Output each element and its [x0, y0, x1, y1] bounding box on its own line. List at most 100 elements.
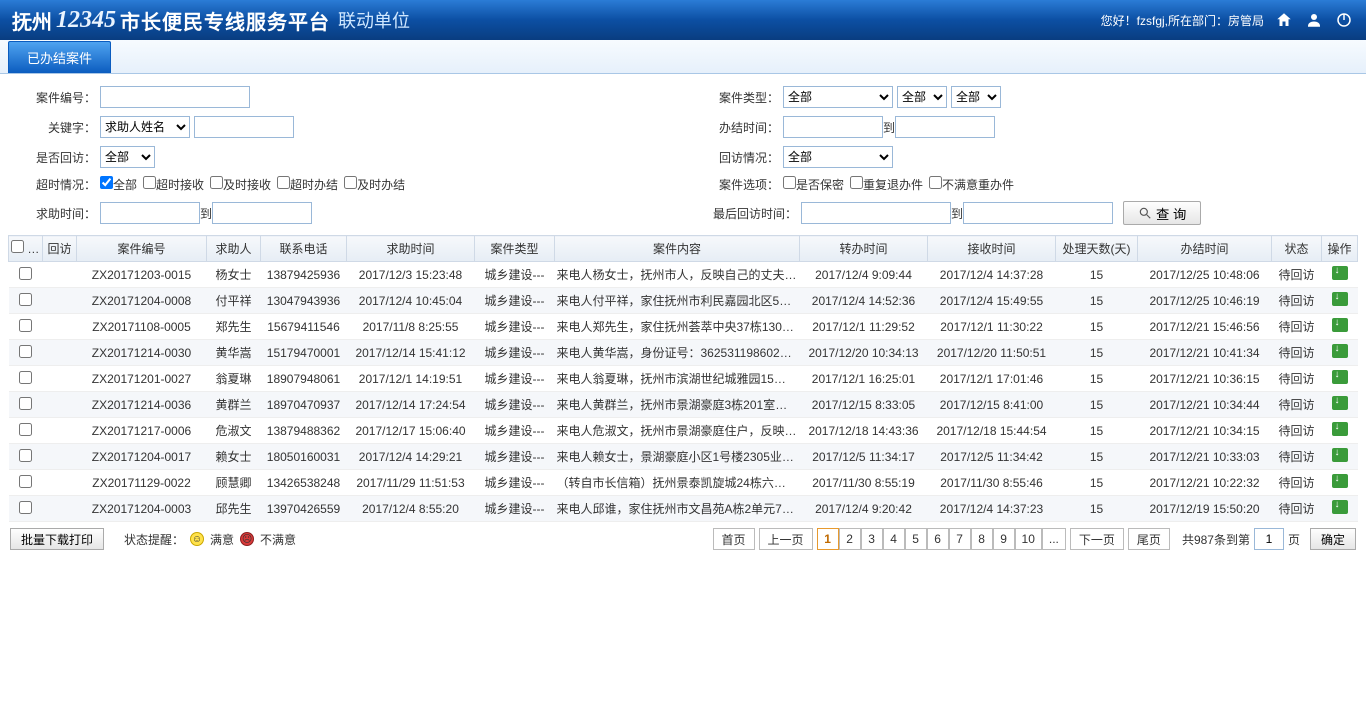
row-checkbox[interactable]: [19, 501, 32, 514]
page-3[interactable]: 3: [861, 528, 883, 550]
cell-caseno: ZX20171204-0017: [77, 444, 207, 470]
page-...[interactable]: ...: [1042, 528, 1066, 550]
page-7[interactable]: 7: [949, 528, 971, 550]
chk-overtime-recv-late[interactable]: 超时接收: [143, 176, 204, 193]
download-icon[interactable]: [1332, 266, 1348, 280]
input-case-no[interactable]: [100, 86, 250, 108]
cell-caseno: ZX20171214-0036: [77, 392, 207, 418]
cell-status: 待回访: [1272, 496, 1322, 522]
page-last[interactable]: 尾页: [1128, 528, 1170, 550]
chk-secret[interactable]: 是否保密: [783, 176, 844, 193]
input-ask-from[interactable]: [100, 202, 200, 224]
table-row[interactable]: ZX20171108-0005郑先生156794115462017/11/8 8…: [9, 314, 1358, 340]
row-checkbox[interactable]: [19, 475, 32, 488]
search-button[interactable]: 查 询: [1123, 201, 1201, 225]
row-checkbox[interactable]: [19, 449, 32, 462]
table-row[interactable]: ZX20171129-0022顾慧卿134265382482017/11/29 …: [9, 470, 1358, 496]
page-6[interactable]: 6: [927, 528, 949, 550]
page-go-button[interactable]: 确定: [1310, 528, 1356, 550]
chk-unsatisfied-redo[interactable]: 不满意重办件: [929, 176, 1014, 193]
input-close-to[interactable]: [895, 116, 995, 138]
chk-overtime-recv-ontime[interactable]: 及时接收: [210, 176, 271, 193]
chk-overtime-all[interactable]: 全部: [100, 176, 137, 193]
row-checkbox[interactable]: [19, 371, 32, 384]
table-row[interactable]: ZX20171214-0030黄华嵩151794700012017/12/14 …: [9, 340, 1358, 366]
table-row[interactable]: ZX20171203-0015杨女士138794259362017/12/3 1…: [9, 262, 1358, 288]
select-return-status[interactable]: 全部: [783, 146, 893, 168]
page-10[interactable]: 10: [1015, 528, 1042, 550]
page-9[interactable]: 9: [993, 528, 1015, 550]
user-icon[interactable]: [1304, 10, 1324, 30]
row-checkbox[interactable]: [19, 267, 32, 280]
cell-close: 2017/12/21 10:33:03: [1138, 444, 1272, 470]
table-row[interactable]: ZX20171204-0008付平祥130479439362017/12/4 1…: [9, 288, 1358, 314]
select-case-type-3[interactable]: 全部: [951, 86, 1001, 108]
input-last-return-from[interactable]: [801, 202, 951, 224]
cell-status: 待回访: [1272, 418, 1322, 444]
input-keyword[interactable]: [194, 116, 294, 138]
home-icon[interactable]: [1274, 10, 1294, 30]
chk-repeat-return[interactable]: 重复退办件: [850, 176, 923, 193]
cell-name: 邱先生: [207, 496, 261, 522]
cell-close: 2017/12/25 10:46:19: [1138, 288, 1272, 314]
download-icon[interactable]: [1332, 448, 1348, 462]
page-first[interactable]: 首页: [713, 528, 755, 550]
input-last-return-to[interactable]: [963, 202, 1113, 224]
download-icon[interactable]: [1332, 474, 1348, 488]
select-keyword-type[interactable]: 求助人姓名: [100, 116, 190, 138]
chk-overtime-close-late[interactable]: 超时办结: [277, 176, 338, 193]
row-checkbox[interactable]: [19, 423, 32, 436]
power-icon[interactable]: [1334, 10, 1354, 30]
table-row[interactable]: ZX20171204-0003邱先生139704265592017/12/4 8…: [9, 496, 1358, 522]
table-row[interactable]: ZX20171201-0027翁夏琳189079480612017/12/1 1…: [9, 366, 1358, 392]
tab-closed-cases[interactable]: 已办结案件: [8, 41, 111, 73]
download-icon[interactable]: [1332, 344, 1348, 358]
cell-trans: 2017/12/15 8:33:05: [800, 392, 928, 418]
row-checkbox[interactable]: [19, 345, 32, 358]
cell-recv: 2017/12/15 8:41:00: [928, 392, 1056, 418]
cell-status: 待回访: [1272, 262, 1322, 288]
cell-type: 城乡建设---: [475, 470, 555, 496]
download-icon[interactable]: [1332, 422, 1348, 436]
cell-recv: 2017/12/1 11:30:22: [928, 314, 1056, 340]
table-row[interactable]: ZX20171217-0006危淑文138794883622017/12/17 …: [9, 418, 1358, 444]
page-4[interactable]: 4: [883, 528, 905, 550]
cell-ask: 2017/12/4 8:55:20: [347, 496, 475, 522]
select-is-return[interactable]: 全部: [100, 146, 155, 168]
page-next[interactable]: 下一页: [1070, 528, 1124, 550]
batch-print-button[interactable]: 批量下载打印: [10, 528, 104, 550]
page-1[interactable]: 1: [817, 528, 839, 550]
page-input[interactable]: [1254, 528, 1284, 550]
cell-caseno: ZX20171214-0030: [77, 340, 207, 366]
th-phone: 联系电话: [261, 236, 347, 262]
cell-recv: 2017/12/4 14:37:23: [928, 496, 1056, 522]
cell-ask: 2017/12/14 15:41:12: [347, 340, 475, 366]
cell-trans: 2017/12/4 9:09:44: [800, 262, 928, 288]
chk-overtime-close-ontime[interactable]: 及时办结: [344, 176, 405, 193]
cell-trans: 2017/12/20 10:34:13: [800, 340, 928, 366]
logo-number: 12345: [56, 7, 116, 34]
page-8[interactable]: 8: [971, 528, 993, 550]
cell-name: 翁夏琳: [207, 366, 261, 392]
chk-select-all[interactable]: [11, 240, 24, 253]
row-checkbox[interactable]: [19, 293, 32, 306]
row-checkbox[interactable]: [19, 319, 32, 332]
logo-block: 抚州 12345 市长便民专线服务平台 联动单位: [12, 6, 410, 35]
page-prev[interactable]: 上一页: [759, 528, 813, 550]
download-icon[interactable]: [1332, 292, 1348, 306]
select-case-type-2[interactable]: 全部: [897, 86, 947, 108]
download-icon[interactable]: [1332, 370, 1348, 384]
download-icon[interactable]: [1332, 500, 1348, 514]
download-icon[interactable]: [1332, 396, 1348, 410]
cell-type: 城乡建设---: [475, 340, 555, 366]
input-ask-to[interactable]: [212, 202, 312, 224]
select-case-type-1[interactable]: 全部: [783, 86, 893, 108]
table-row[interactable]: ZX20171214-0036黄群兰189704709372017/12/14 …: [9, 392, 1358, 418]
row-checkbox[interactable]: [19, 397, 32, 410]
page-2[interactable]: 2: [839, 528, 861, 550]
input-close-from[interactable]: [783, 116, 883, 138]
page-5[interactable]: 5: [905, 528, 927, 550]
table-row[interactable]: ZX20171204-0017赖女士180501600312017/12/4 1…: [9, 444, 1358, 470]
cell-name: 赖女士: [207, 444, 261, 470]
download-icon[interactable]: [1332, 318, 1348, 332]
